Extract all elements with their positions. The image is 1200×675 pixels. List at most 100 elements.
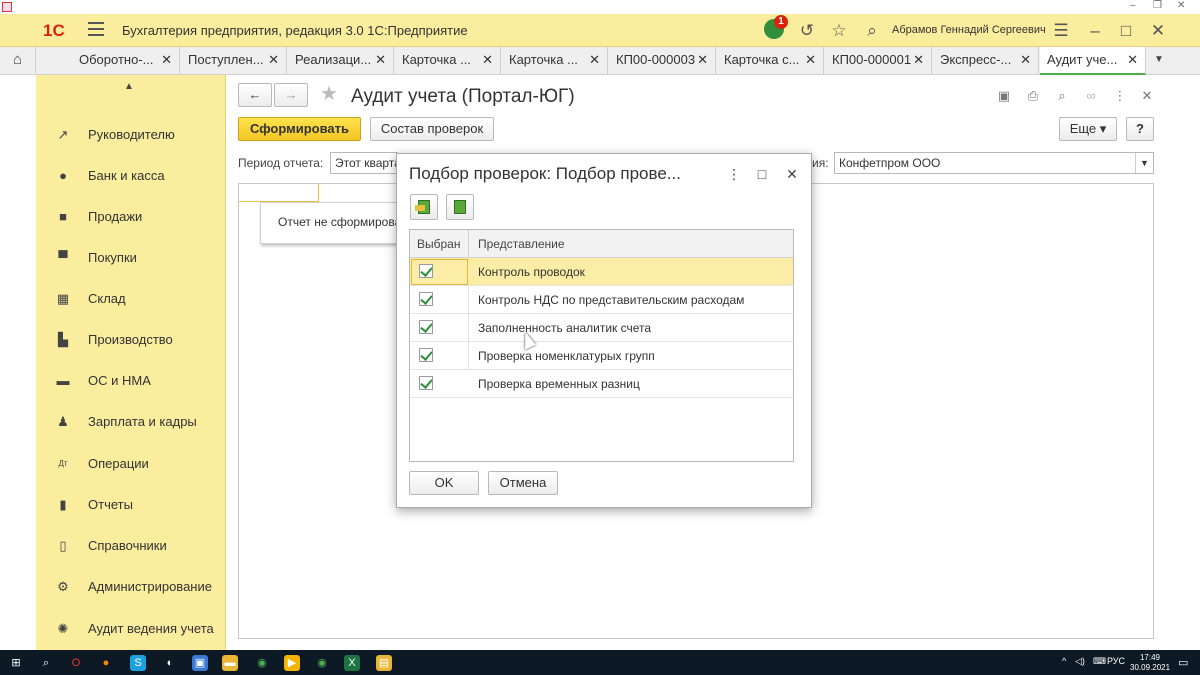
star-icon[interactable]: ★ (320, 84, 338, 104)
tab-item-active[interactable]: Аудит уче... ✕ (1040, 47, 1146, 75)
checks-composition-button[interactable]: Состав проверок (370, 117, 494, 141)
language-icon[interactable]: ⌨ (1093, 656, 1106, 667)
clock[interactable]: 17:49 30.09.2021 (1130, 653, 1170, 673)
link-icon[interactable]: ∞ (1082, 87, 1100, 105)
column-header-name[interactable]: Представление (478, 237, 565, 251)
row-checkbox[interactable] (419, 320, 433, 334)
scroll-up-icon[interactable]: ▲ (124, 81, 134, 92)
sidebar-item-production[interactable]: ▙ Производство (36, 327, 226, 355)
tab-item[interactable]: Оборотно-... ✕ (72, 47, 180, 75)
cancel-button[interactable]: Отмена (488, 471, 558, 495)
select-all-button[interactable] (410, 194, 438, 220)
generate-button[interactable]: Сформировать (238, 117, 361, 141)
sidebar-item-assets[interactable]: ▬ ОС и НМА (36, 368, 226, 396)
save-icon[interactable]: ▣ (995, 87, 1013, 105)
tab-close-icon[interactable]: ✕ (697, 47, 708, 73)
table-row[interactable]: Заполненность аналитик счета (410, 314, 793, 342)
report-active-cell[interactable] (239, 184, 319, 202)
sidebar-item-sales[interactable]: ■ Продажи (36, 204, 226, 232)
firefox-icon[interactable]: ● (98, 655, 114, 671)
notifications-icon[interactable]: ▭ (1178, 656, 1188, 669)
settings-menu-icon[interactable]: ☰ (1050, 20, 1072, 42)
ok-button[interactable]: OK (409, 471, 479, 495)
table-row[interactable]: Контроль проводок (410, 258, 793, 286)
tab-item[interactable]: Реализаци... ✕ (288, 47, 394, 75)
maximize-icon[interactable]: □ (753, 165, 771, 183)
preview-icon[interactable]: ⌕ (1053, 87, 1071, 105)
sidebar-item-audit[interactable]: ✺ Аудит ведения учета (36, 616, 226, 644)
sidebar-item-manager[interactable]: ↗ Руководителю (36, 122, 226, 150)
minimize-icon[interactable]: – (1084, 20, 1106, 42)
history-icon[interactable]: ↺ (796, 20, 818, 42)
row-checkbox[interactable] (419, 348, 433, 362)
restore-icon[interactable]: ❐ (1153, 0, 1162, 11)
period-field[interactable]: Этот кварта (330, 152, 398, 174)
volume-icon[interactable]: ◁) (1075, 656, 1085, 667)
video-icon[interactable]: ▶ (284, 655, 300, 671)
tab-close-icon[interactable]: ✕ (482, 47, 493, 73)
sidebar-item-reports[interactable]: ▮ Отчеты (36, 492, 226, 520)
table-row[interactable]: Контроль НДС по представительским расход… (410, 286, 793, 314)
close-icon[interactable]: ✕ (1147, 20, 1169, 42)
table-row[interactable]: Проверка временных разниц (410, 370, 793, 398)
tabs-more-icon[interactable]: ▼ (1148, 47, 1170, 75)
tab-close-icon[interactable]: ✕ (1020, 47, 1031, 73)
search-icon[interactable]: ⌕ (861, 20, 883, 42)
close-form-icon[interactable]: ✕ (1138, 87, 1156, 105)
row-checkbox[interactable] (419, 376, 433, 390)
tab-close-icon[interactable]: ✕ (161, 47, 172, 73)
sidebar-item-admin[interactable]: ⚙ Администрирование (36, 574, 226, 602)
row-checkbox[interactable] (419, 292, 433, 306)
tab-item[interactable]: КП00-000003 ✕ (609, 47, 716, 75)
sidebar-item-catalogs[interactable]: ▯ Справочники (36, 533, 226, 561)
dropdown-icon[interactable]: ▼ (1135, 153, 1153, 173)
language-indicator[interactable]: РУС (1107, 656, 1125, 666)
windows-start-icon[interactable]: ⊞ (8, 655, 24, 671)
tab-close-icon[interactable]: ✕ (375, 47, 386, 73)
help-button[interactable]: ? (1126, 117, 1154, 141)
sidebar-item-operations[interactable]: Дт Операции (36, 451, 226, 479)
sidebar-item-bank[interactable]: ● Банк и касса (36, 163, 226, 191)
app-icon[interactable]: ◐ (162, 655, 178, 671)
app-icon[interactable]: ▣ (192, 655, 208, 671)
more-vertical-icon[interactable]: ⋮ (1111, 87, 1129, 105)
chrome-icon[interactable]: ◉ (314, 655, 330, 671)
tab-item[interactable]: Экспресс-... ✕ (933, 47, 1039, 75)
app-icon[interactable]: ▤ (376, 655, 392, 671)
table-row[interactable]: Проверка номенклатурых групп (410, 342, 793, 370)
tab-close-icon[interactable]: ✕ (1127, 47, 1138, 73)
sidebar-item-purchases[interactable]: ▀ Покупки (36, 245, 226, 273)
tab-item[interactable]: Поступлен... ✕ (181, 47, 287, 75)
opera-icon[interactable]: O (68, 655, 84, 671)
tab-close-icon[interactable]: ✕ (268, 47, 279, 73)
excel-icon[interactable]: X (344, 655, 360, 671)
search-icon[interactable]: ⌕ (38, 655, 54, 671)
chrome-icon[interactable]: ◉ (254, 655, 270, 671)
close-icon[interactable]: ✕ (1177, 0, 1185, 11)
tab-close-icon[interactable]: ✕ (913, 47, 924, 73)
column-header-selected[interactable]: Выбран (417, 237, 460, 251)
close-icon[interactable]: ✕ (783, 165, 801, 183)
home-icon[interactable]: ⌂ (0, 47, 36, 75)
favorites-icon[interactable]: ☆ (828, 20, 850, 42)
sidebar-item-warehouse[interactable]: ▦ Склад (36, 286, 226, 314)
more-button[interactable]: Еще ▾ (1059, 117, 1117, 141)
row-checkbox[interactable] (419, 264, 433, 278)
menu-icon[interactable] (88, 22, 104, 36)
tab-item[interactable]: Карточка ... ✕ (502, 47, 608, 75)
tab-item[interactable]: Карточка ... ✕ (395, 47, 501, 75)
maximize-icon[interactable]: □ (1115, 20, 1137, 42)
folder-icon[interactable]: ▬ (222, 655, 238, 671)
print-icon[interactable]: ⎙ (1024, 87, 1042, 105)
tab-close-icon[interactable]: ✕ (589, 47, 600, 73)
minimize-icon[interactable]: – (1130, 0, 1136, 11)
user-name[interactable]: Абрамов Геннадий Сергеевич (892, 24, 1046, 36)
tab-item[interactable]: КП00-000001 ✕ (825, 47, 932, 75)
sidebar-item-salary[interactable]: ♟ Зарплата и кадры (36, 409, 226, 437)
skype-icon[interactable]: S (130, 655, 146, 671)
more-vertical-icon[interactable]: ⋮ (725, 165, 743, 183)
deselect-all-button[interactable] (446, 194, 474, 220)
back-button[interactable]: ← (238, 83, 272, 107)
forward-button[interactable]: → (274, 83, 308, 107)
organization-field[interactable]: Конфетпром ООО ▼ (834, 152, 1154, 174)
